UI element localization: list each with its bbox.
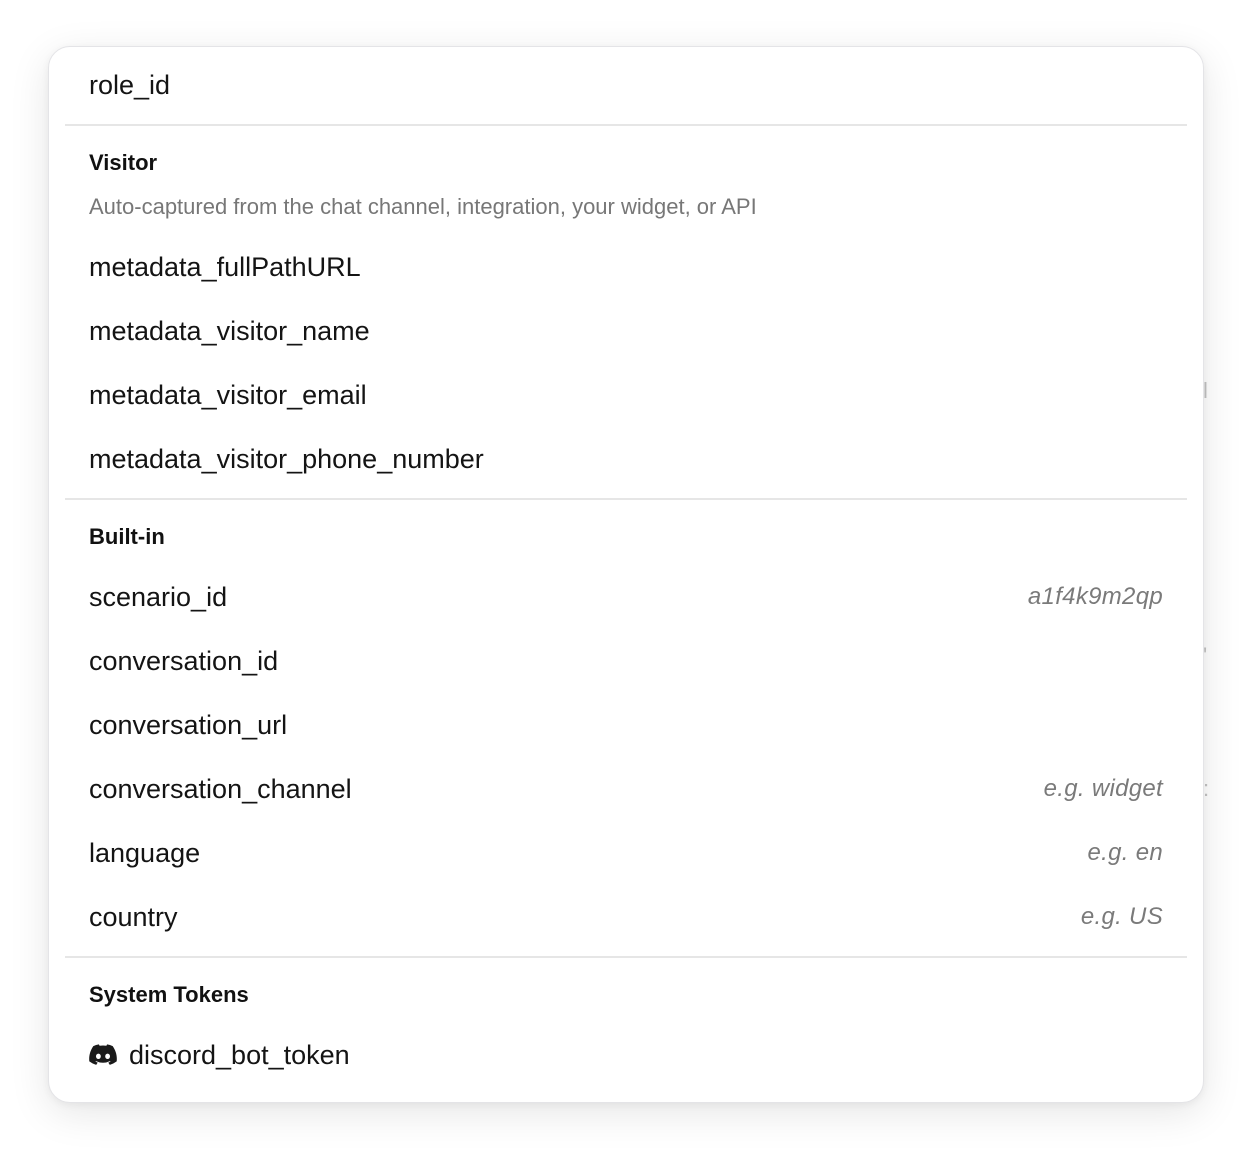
section-divider	[65, 124, 1187, 126]
variable-picker-dropdown: role_id Visitor Auto-captured from the c…	[48, 46, 1204, 1103]
variable-option-label: language	[89, 837, 201, 868]
variable-option-metadata-visitor-email[interactable]: metadata_visitor_email	[49, 369, 1203, 421]
variable-option-label: discord_bot_token	[129, 1039, 350, 1070]
variable-option-label: scenario_id	[89, 581, 228, 612]
variable-option-role-id[interactable]: role_id	[49, 59, 1203, 111]
variable-option-metadata-fullpathurl[interactable]: metadata_fullPathURL	[49, 241, 1203, 293]
variable-option-conversation-channel[interactable]: conversation_channel e.g. widget	[49, 763, 1203, 815]
variable-option-label: metadata_visitor_email	[89, 379, 367, 410]
variable-option-country[interactable]: country e.g. US	[49, 891, 1203, 943]
variable-option-label: metadata_visitor_phone_number	[89, 443, 484, 474]
discord-icon	[89, 1044, 117, 1066]
variable-option-label: conversation_url	[89, 709, 288, 740]
variable-option-hint: e.g. widget	[1043, 775, 1163, 802]
variable-option-conversation-id[interactable]: conversation_id	[49, 635, 1203, 687]
variable-option-hint: e.g. US	[1080, 903, 1163, 930]
variable-option-hint: e.g. en	[1087, 839, 1163, 866]
section-heading-built-in: Built-in	[89, 524, 165, 549]
variable-option-label: metadata_fullPathURL	[89, 251, 361, 282]
variable-option-scenario-id[interactable]: scenario_id a1f4k9m2qp	[49, 571, 1203, 623]
variable-option-label: conversation_id	[89, 645, 279, 676]
variable-option-metadata-visitor-name[interactable]: metadata_visitor_name	[49, 305, 1203, 357]
variable-option-label: conversation_channel	[89, 773, 352, 804]
variable-option-language[interactable]: language e.g. en	[49, 827, 1203, 879]
variable-option-discord-bot-token[interactable]: discord_bot_token	[49, 1029, 1203, 1081]
variable-option-label: metadata_visitor_name	[89, 315, 370, 346]
section-description-visitor: Auto-captured from the chat channel, int…	[89, 194, 757, 219]
section-heading-system-tokens: System Tokens	[89, 982, 249, 1007]
page-backdrop: l ' : role_id Visitor Auto-captured from…	[0, 0, 1252, 1150]
section-heading-visitor: Visitor	[89, 150, 158, 175]
variable-option-conversation-url[interactable]: conversation_url	[49, 699, 1203, 751]
section-divider	[65, 498, 1187, 500]
variable-option-hint: a1f4k9m2qp	[1027, 583, 1163, 610]
section-divider	[65, 956, 1187, 958]
variable-option-label: role_id	[89, 69, 171, 100]
variable-option-metadata-visitor-phone-number[interactable]: metadata_visitor_phone_number	[49, 433, 1203, 485]
variable-option-label: country	[89, 901, 178, 932]
